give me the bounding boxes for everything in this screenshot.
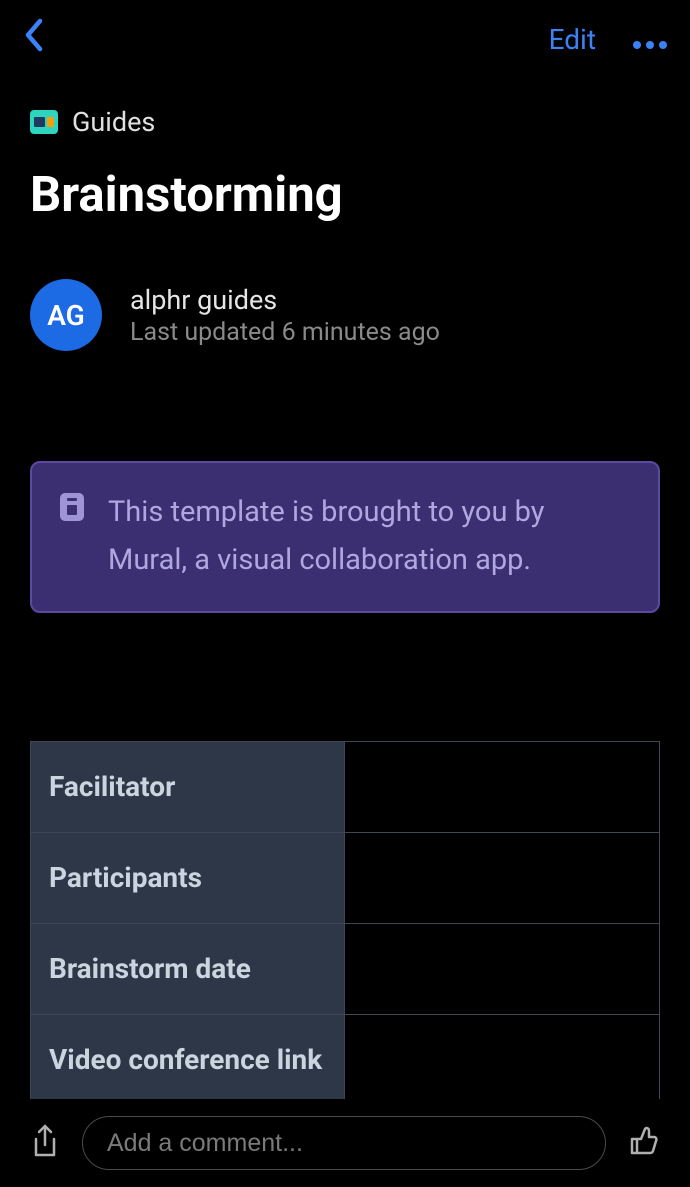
table-row: Facilitator [31, 742, 659, 833]
author-row[interactable]: AG alphr guides Last updated 6 minutes a… [30, 279, 660, 351]
info-table: Facilitator Participants Brainstorm date… [30, 741, 660, 1105]
page-title: Brainstorming [30, 166, 660, 223]
table-row: Brainstorm date [31, 924, 659, 1015]
top-nav: Edit [0, 0, 690, 78]
author-name: alphr guides [130, 284, 440, 316]
avatar: AG [30, 279, 102, 351]
table-value-cell[interactable] [345, 924, 659, 1014]
share-button[interactable] [30, 1123, 60, 1163]
comment-input[interactable] [107, 1129, 581, 1158]
edit-button[interactable]: Edit [549, 23, 596, 56]
breadcrumb[interactable]: Guides [30, 106, 660, 138]
comment-input-container[interactable] [82, 1116, 606, 1170]
table-header-cell: Brainstorm date [31, 924, 345, 1014]
table-value-cell[interactable] [345, 1015, 659, 1105]
note-icon [60, 493, 84, 521]
table-value-cell[interactable] [345, 742, 659, 832]
more-options-button[interactable] [632, 20, 668, 58]
table-row: Participants [31, 833, 659, 924]
callout-block: This template is brought to you by Mural… [30, 461, 660, 613]
table-header-cell: Video conference link [31, 1015, 345, 1105]
table-row: Video conference link [31, 1015, 659, 1105]
guides-icon [30, 110, 58, 134]
table-value-cell[interactable] [345, 833, 659, 923]
callout-text: This template is brought to you by Mural… [108, 489, 630, 585]
bottom-toolbar [0, 1099, 690, 1187]
back-button[interactable] [22, 16, 44, 63]
page-content: Guides Brainstorming AG alphr guides Las… [0, 78, 690, 1105]
thumbs-up-button[interactable] [628, 1125, 660, 1161]
table-header-cell: Facilitator [31, 742, 345, 832]
breadcrumb-label: Guides [72, 106, 155, 138]
table-header-cell: Participants [31, 833, 345, 923]
last-updated: Last updated 6 minutes ago [130, 318, 440, 347]
